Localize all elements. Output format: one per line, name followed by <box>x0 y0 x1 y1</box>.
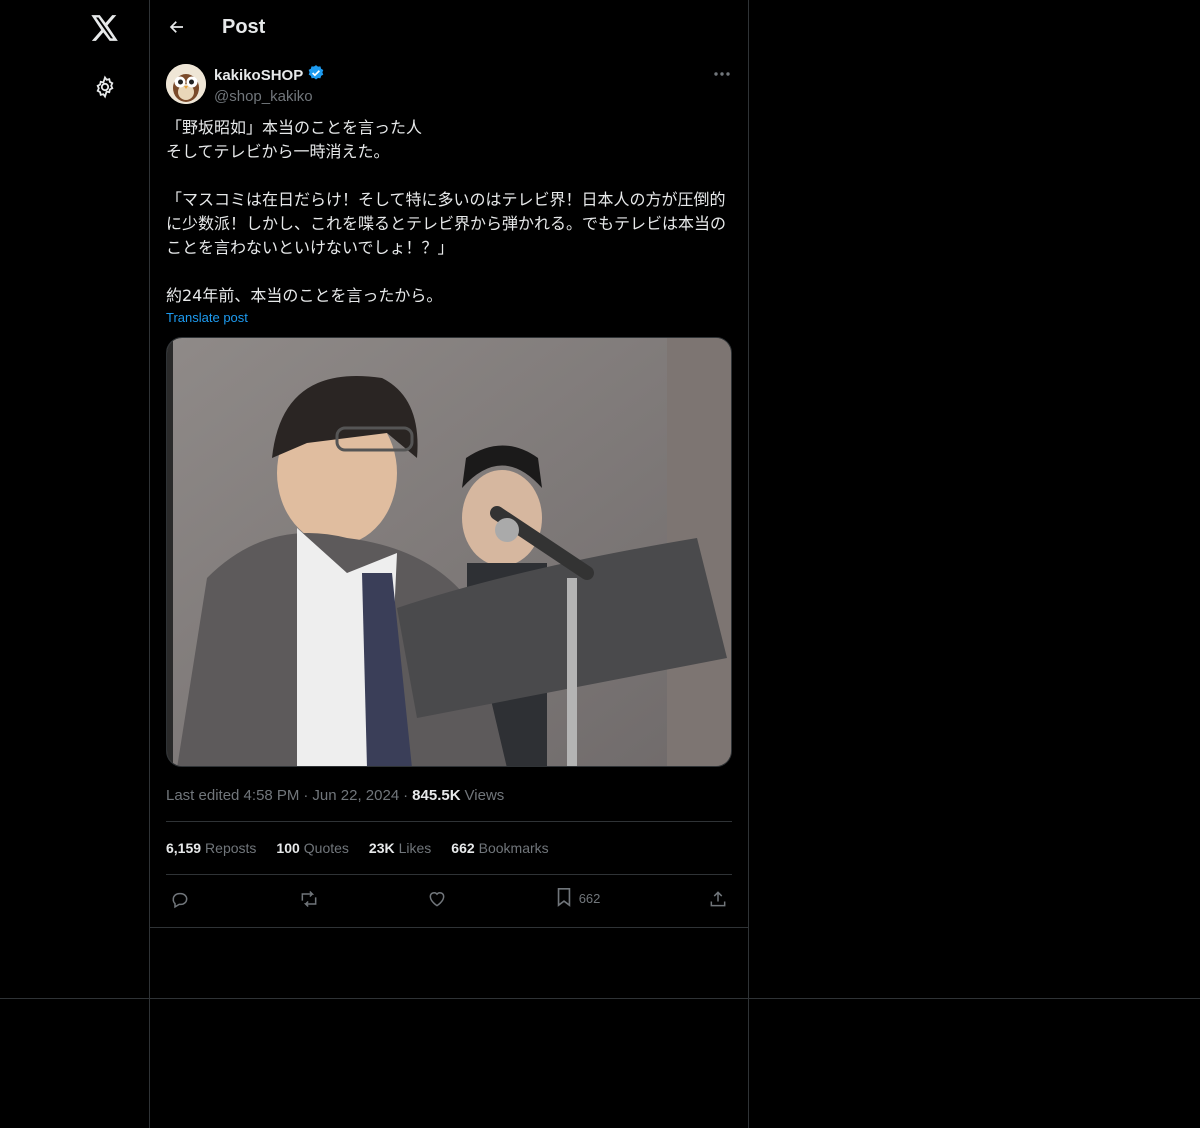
gear-icon[interactable] <box>89 71 121 103</box>
stat-label: Reposts <box>205 840 257 856</box>
display-name-line: kakikoSHOP <box>214 64 325 87</box>
divider <box>150 927 748 928</box>
bookmark-count: 662 <box>578 891 601 906</box>
bookmark-button[interactable]: 662 <box>555 887 601 910</box>
stat-likes[interactable]: 23K Likes <box>369 840 431 856</box>
post-meta: Last edited 4:58 PM · Jun 22, 2024 · 845… <box>166 785 732 805</box>
verified-badge-icon <box>307 64 325 87</box>
meta-separator: · <box>403 786 409 804</box>
more-horizontal-icon[interactable] <box>712 64 732 84</box>
repost-icon[interactable] <box>298 889 320 909</box>
arrow-left-icon[interactable] <box>166 16 188 38</box>
post: kakikoSHOP @shop_kakiko 「野坂昭如」本当のことを言った人… <box>150 54 748 922</box>
edited-time[interactable]: Last edited 4:58 PM <box>166 787 299 804</box>
author-handle[interactable]: @shop_kakiko <box>214 87 325 107</box>
heart-icon[interactable] <box>427 889 447 909</box>
post-date[interactable]: Jun 22, 2024 <box>312 787 399 804</box>
column-divider <box>748 0 749 1128</box>
stat-count: 662 <box>451 840 475 856</box>
avatar[interactable] <box>166 64 206 104</box>
page-title: Post <box>222 15 266 38</box>
stat-count: 6,159 <box>166 840 202 856</box>
display-name[interactable]: kakikoSHOP <box>214 66 303 86</box>
page-header: Post <box>150 0 748 54</box>
stat-bookmarks[interactable]: 662 Bookmarks <box>451 840 548 856</box>
reply-icon[interactable] <box>170 889 190 909</box>
post-detail-column: Post kakikoSHOP @shop_kakiko 「野坂昭如」本当のこと… <box>150 0 748 928</box>
video-frame <box>167 338 731 766</box>
stat-label: Quotes <box>303 840 349 856</box>
views-label: Views <box>464 786 505 804</box>
post-text: 「野坂昭如」本当のことを言った人 そしてテレビから一時消えた。 「マスコミは在日… <box>166 118 727 305</box>
meta-separator: · <box>303 786 309 804</box>
post-video[interactable] <box>166 337 732 767</box>
stat-label: Bookmarks <box>478 840 549 856</box>
stat-label: Likes <box>398 840 432 856</box>
views-count: 845.5K <box>412 786 461 804</box>
engagement-stats: 6,159 Reposts 100 Quotes 23K Likes 662 Bookm… <box>166 822 732 874</box>
stat-count: 23K <box>368 840 395 856</box>
page-divider <box>0 998 1200 999</box>
x-logo-icon[interactable] <box>85 8 125 48</box>
stat-quotes[interactable]: 100 Quotes <box>276 840 349 856</box>
action-bar: 662 <box>166 875 732 922</box>
translate-post-link[interactable]: Translate post <box>166 310 248 325</box>
bookmark-icon <box>555 887 573 910</box>
author-row: kakikoSHOP @shop_kakiko <box>166 54 732 116</box>
stat-count: 100 <box>276 840 300 856</box>
author-names: kakikoSHOP @shop_kakiko <box>214 64 325 107</box>
left-navigation-rail <box>0 0 150 1128</box>
share-icon[interactable] <box>708 889 728 909</box>
stat-reposts[interactable]: 6,159 Reposts <box>166 840 256 856</box>
